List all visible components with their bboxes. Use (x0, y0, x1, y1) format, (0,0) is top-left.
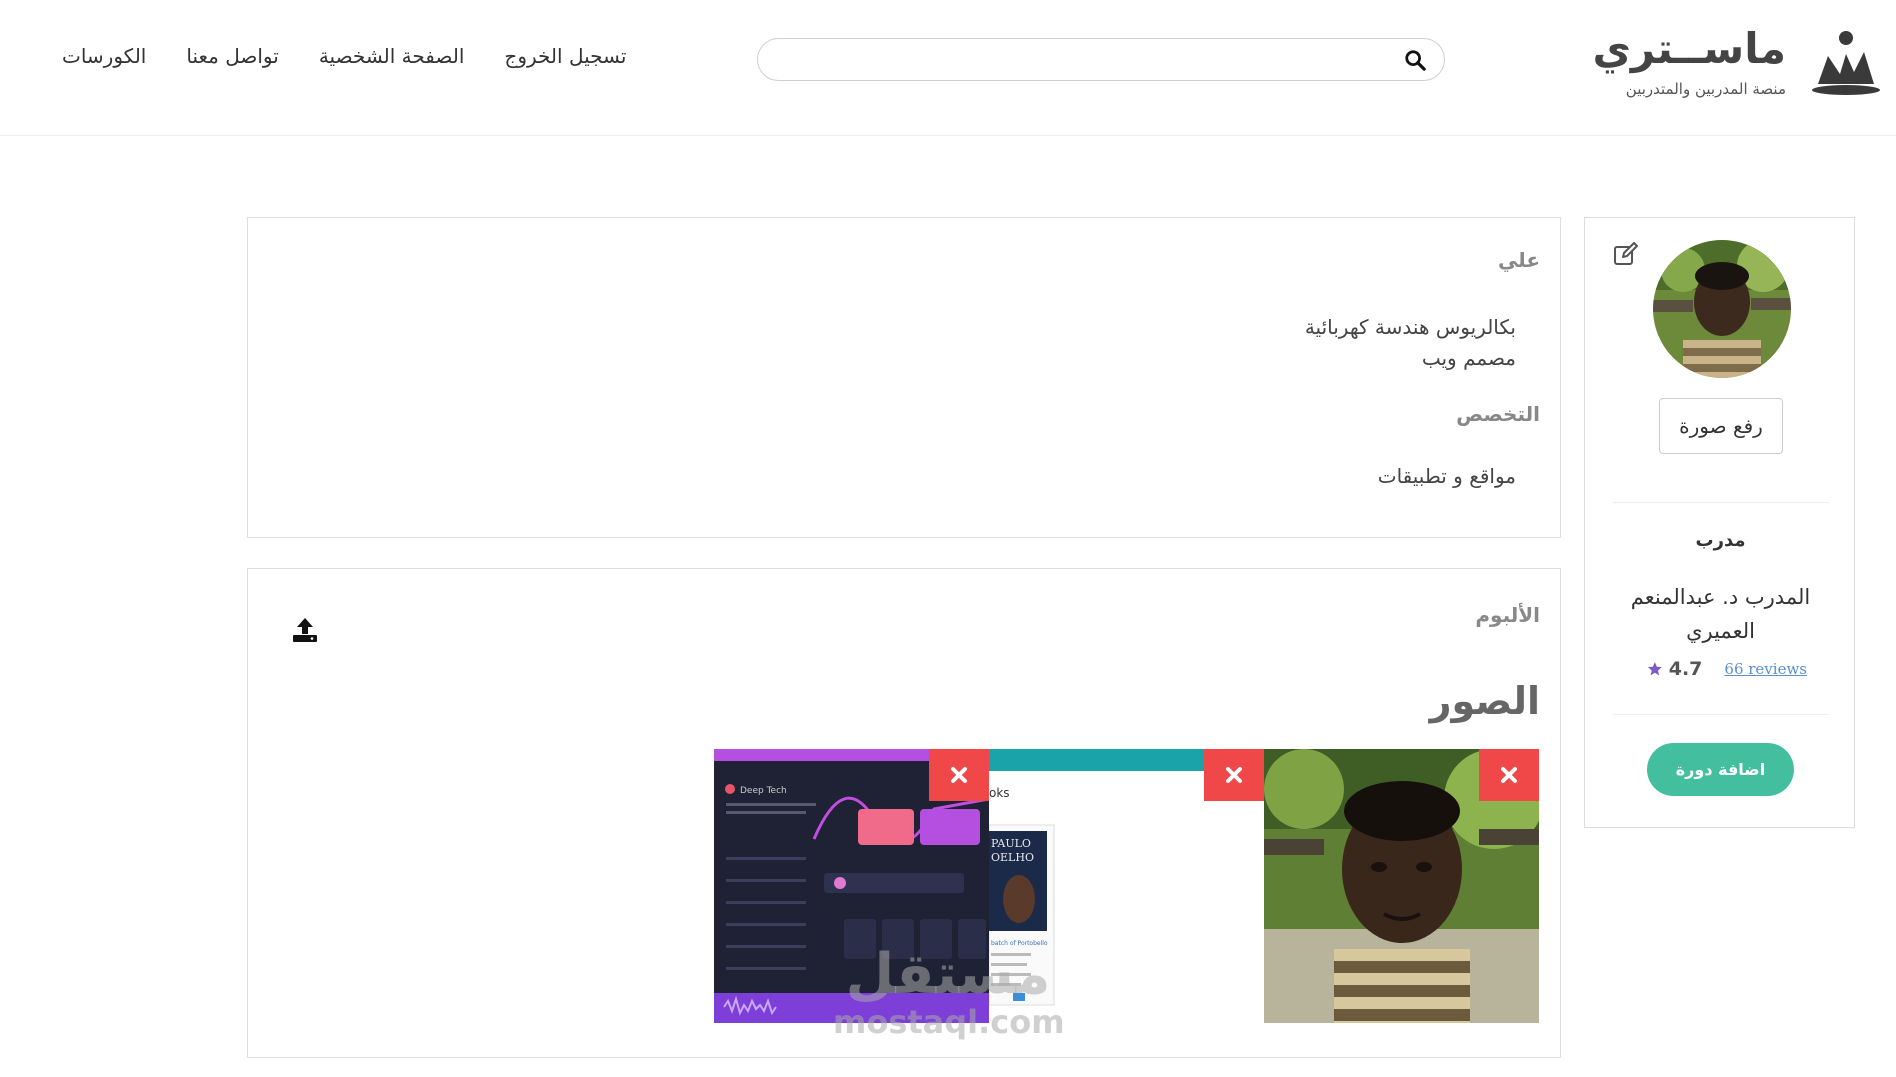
info-card: علي بكالريوس هندسة كهربائية مصمم ويب الت… (247, 217, 1561, 538)
logo-subtitle: منصة المدربين والمتدربين (1625, 80, 1786, 98)
site-logo[interactable]: ماســتري منصة المدربين والمتدربين (1592, 24, 1882, 104)
logo-title: ماســتري (1592, 24, 1786, 73)
close-icon (1226, 767, 1242, 783)
svg-text:Deep Tech: Deep Tech (740, 786, 787, 796)
watermark: مستقل mostaql.com (833, 942, 1065, 1041)
watermark-url: mostaql.com (833, 1003, 1065, 1041)
search-input[interactable] (774, 43, 1374, 76)
nav-logout[interactable]: تسجيل الخروج (504, 44, 626, 74)
user-name: علي (1497, 248, 1540, 272)
bio-lines: بكالريوس هندسة كهربائية مصمم ويب (1305, 312, 1516, 374)
user-role: مدرب (1695, 530, 1746, 551)
nav-contact[interactable]: تواصل معنا (186, 44, 278, 74)
svg-text:oks: oks (989, 786, 1010, 800)
reviews-link[interactable]: 66 reviews (1724, 660, 1807, 678)
specialty-value: مواقع و تطبيقات (1377, 464, 1516, 488)
album-photo[interactable] (1264, 749, 1539, 1023)
album-label: الألبوم (1475, 603, 1540, 627)
delete-photo-button[interactable] (1204, 749, 1264, 801)
delete-photo-button[interactable] (1479, 749, 1539, 801)
close-icon (1501, 767, 1517, 783)
star-icon (1647, 662, 1662, 676)
rating-row: 4.7 66 reviews (1647, 656, 1807, 682)
upload-icon[interactable] (292, 617, 318, 643)
site-header: ماســتري منصة المدربين والمتدربين الكورس… (0, 0, 1896, 136)
avatar (1653, 240, 1791, 378)
divider (1613, 502, 1829, 503)
delete-photo-button[interactable] (929, 749, 989, 801)
search-icon[interactable] (1404, 49, 1426, 71)
logo-icon (1812, 31, 1880, 95)
divider (1613, 714, 1829, 715)
search-bar (757, 38, 1445, 81)
nav-courses[interactable]: الكورسات (62, 44, 146, 74)
close-icon (951, 767, 967, 783)
upload-photo-button[interactable]: رفع صورة (1659, 398, 1783, 454)
svg-text:PAULO: PAULO (991, 837, 1031, 850)
nav-profile[interactable]: الصفحة الشخصية (319, 44, 465, 74)
specialty-label: التخصص (1456, 402, 1540, 426)
bio-line: بكالريوس هندسة كهربائية (1304, 315, 1516, 339)
svg-text:OELHO: OELHO (991, 851, 1034, 864)
profile-card: رفع صورة مدرب المدرب د. عبدالمنعم العمير… (1584, 217, 1855, 828)
trainer-name: المدرب د. عبدالمنعم العميري (1630, 585, 1811, 643)
add-course-button[interactable]: اضافة دورة (1647, 743, 1794, 796)
album-title: الصور (1429, 679, 1540, 723)
main-nav: الكورسات تواصل معنا الصفحة الشخصية تسجيل… (62, 44, 626, 74)
rating-value: 4.7 (1668, 658, 1703, 680)
edit-icon[interactable] (1613, 242, 1639, 266)
watermark-logo: مستقل (845, 942, 1051, 1007)
bio-line: مصمم ويب (1421, 346, 1516, 370)
